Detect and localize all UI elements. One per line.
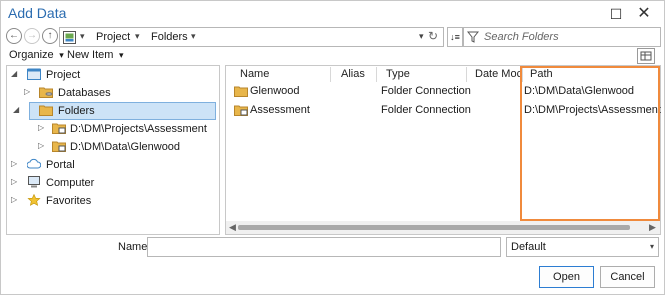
cancel-button[interactable]: Cancel bbox=[600, 266, 655, 288]
tree-label: D:\DM\Projects\Assessment bbox=[70, 123, 207, 135]
sort-button[interactable]: ↓≡ bbox=[447, 27, 463, 47]
cloud-icon bbox=[27, 158, 41, 169]
close-button[interactable]: ✕ bbox=[634, 4, 654, 24]
item-type: Folder Connection bbox=[381, 85, 471, 97]
chevron-down-icon: ▾ bbox=[116, 50, 124, 60]
back-button[interactable]: ← bbox=[6, 28, 22, 44]
tree-label: Computer bbox=[46, 177, 95, 189]
list-item[interactable]: Glenwood Folder Connection D:\DM\Data\Gl… bbox=[226, 82, 660, 100]
folder-connection-icon bbox=[234, 105, 248, 116]
column-header-alias[interactable]: Alias bbox=[341, 68, 365, 80]
expand-arrow-icon[interactable]: ▷ bbox=[11, 159, 17, 168]
tree-item-computer[interactable]: ▷ Computer bbox=[7, 174, 219, 192]
toolbar: Organize ▾ New Item ▾ bbox=[1, 47, 664, 65]
collapse-arrow-icon[interactable]: ◢ bbox=[11, 69, 17, 78]
tree-label: Folders bbox=[58, 105, 95, 117]
catalog-tree: ◢ Project ▷ Databases ◢ Folders ▷ D:\DM\… bbox=[6, 65, 220, 235]
chevron-down-icon[interactable]: ▾ bbox=[135, 31, 140, 42]
new-item-menu[interactable]: New Item ▾ bbox=[67, 49, 124, 61]
scroll-left-icon[interactable]: ◀ bbox=[229, 221, 236, 234]
tree-label: D:\DM\Data\Glenwood bbox=[70, 141, 181, 153]
horizontal-scrollbar[interactable]: ◀ ▶ bbox=[226, 221, 660, 234]
breadcrumb-project[interactable]: Project bbox=[96, 31, 130, 43]
up-button[interactable]: ↑ bbox=[42, 28, 58, 44]
location-bar[interactable]: ▾ Project ▾ Folders ▾ ▾ bbox=[59, 27, 444, 47]
column-header-name[interactable]: Name bbox=[240, 68, 269, 80]
item-name: Glenwood bbox=[250, 85, 300, 97]
scroll-right-icon[interactable]: ▶ bbox=[649, 221, 656, 234]
organize-menu[interactable]: Organize ▾ bbox=[9, 49, 64, 61]
expand-arrow-icon[interactable]: ▷ bbox=[38, 123, 44, 132]
folder-icon bbox=[234, 86, 248, 97]
chevron-down-icon: ▾ bbox=[649, 242, 654, 251]
breadcrumb-folders[interactable]: Folders bbox=[151, 31, 188, 43]
tree-item-project[interactable]: ◢ Project bbox=[7, 66, 219, 84]
contents-list: Name Alias Type Date Moc Path Glenwood F… bbox=[225, 65, 661, 235]
column-divider[interactable] bbox=[376, 67, 377, 82]
project-icon bbox=[27, 68, 41, 80]
folders-icon bbox=[39, 105, 53, 116]
expand-arrow-icon[interactable]: ▷ bbox=[38, 141, 44, 150]
scrollbar-thumb[interactable] bbox=[238, 225, 630, 230]
column-divider[interactable] bbox=[466, 67, 467, 82]
item-path: D:\DM\Projects\Assessment bbox=[524, 104, 661, 116]
expand-arrow-icon[interactable]: ▷ bbox=[11, 177, 17, 186]
navigation-bar: ← → ↑ ▾ Project ▾ Folders ▾ ▾ ↻ ↓≡ Searc… bbox=[6, 27, 661, 47]
column-header-date-modified[interactable]: Date Moc bbox=[475, 68, 522, 80]
tree-item-glenwood[interactable]: ▷ D:\DM\Data\Glenwood bbox=[7, 138, 219, 156]
column-divider[interactable] bbox=[522, 67, 523, 82]
item-type: Folder Connection bbox=[381, 104, 471, 116]
history-dropdown-icon[interactable]: ▾ bbox=[419, 31, 424, 42]
filter-icon[interactable] bbox=[467, 31, 479, 43]
tree-item-portal[interactable]: ▷ Portal bbox=[7, 156, 219, 174]
column-header-type[interactable]: Type bbox=[386, 68, 410, 80]
databases-icon bbox=[39, 87, 53, 98]
refresh-icon[interactable]: ↻ bbox=[425, 28, 441, 44]
name-label: Name bbox=[118, 241, 148, 253]
item-path: D:\DM\Data\Glenwood bbox=[524, 85, 635, 97]
chevron-down-icon[interactable]: ▾ bbox=[191, 31, 196, 42]
tree-label: Databases bbox=[58, 87, 111, 99]
open-button[interactable]: Open bbox=[539, 266, 594, 288]
filter-dropdown[interactable]: Default ▾ bbox=[506, 237, 659, 257]
details-view-icon bbox=[640, 51, 652, 61]
chevron-down-icon[interactable]: ▾ bbox=[80, 31, 85, 42]
tree-item-folders[interactable]: ◢ Folders bbox=[7, 102, 219, 120]
dialog-title: Add Data bbox=[8, 5, 67, 21]
chevron-down-icon: ▾ bbox=[56, 50, 64, 60]
tree-item-databases[interactable]: ▷ Databases bbox=[7, 84, 219, 102]
search-input[interactable]: Search Folders bbox=[484, 31, 559, 43]
tree-item-assessment[interactable]: ▷ D:\DM\Projects\Assessment bbox=[7, 120, 219, 138]
tree-label: Project bbox=[46, 69, 81, 81]
view-options-button[interactable] bbox=[637, 48, 655, 64]
folder-connection-icon bbox=[52, 123, 66, 134]
item-name: Assessment bbox=[250, 104, 310, 116]
column-divider[interactable] bbox=[330, 67, 331, 82]
computer-icon bbox=[28, 176, 40, 188]
list-item[interactable]: Assessment Folder Connection D:\DM\Proje… bbox=[226, 101, 661, 119]
new-item-label: New Item bbox=[67, 49, 114, 61]
tree-label: Favorites bbox=[46, 195, 92, 207]
maximize-button[interactable]: ☐ bbox=[606, 4, 626, 24]
star-icon bbox=[27, 194, 41, 206]
tree-item-favorites[interactable]: ▷ Favorites bbox=[7, 192, 219, 210]
column-header-path[interactable]: Path bbox=[530, 68, 553, 80]
expand-arrow-icon[interactable]: ▷ bbox=[11, 195, 17, 204]
organize-label: Organize bbox=[9, 49, 54, 61]
expand-arrow-icon[interactable]: ▷ bbox=[24, 87, 30, 96]
location-icon bbox=[63, 31, 76, 44]
filter-value: Default bbox=[511, 241, 546, 253]
forward-button[interactable]: → bbox=[24, 28, 40, 44]
search-box[interactable]: Search Folders bbox=[463, 27, 661, 47]
title-bar: Add Data ☐ ✕ bbox=[1, 1, 664, 27]
tree-label: Portal bbox=[46, 159, 75, 171]
folder-connection-icon bbox=[52, 141, 66, 152]
add-data-dialog: Add Data ☐ ✕ ← → ↑ ▾ Project ▾ Folders ▾… bbox=[0, 0, 665, 295]
name-input[interactable] bbox=[147, 237, 501, 257]
collapse-arrow-icon[interactable]: ◢ bbox=[13, 105, 19, 114]
